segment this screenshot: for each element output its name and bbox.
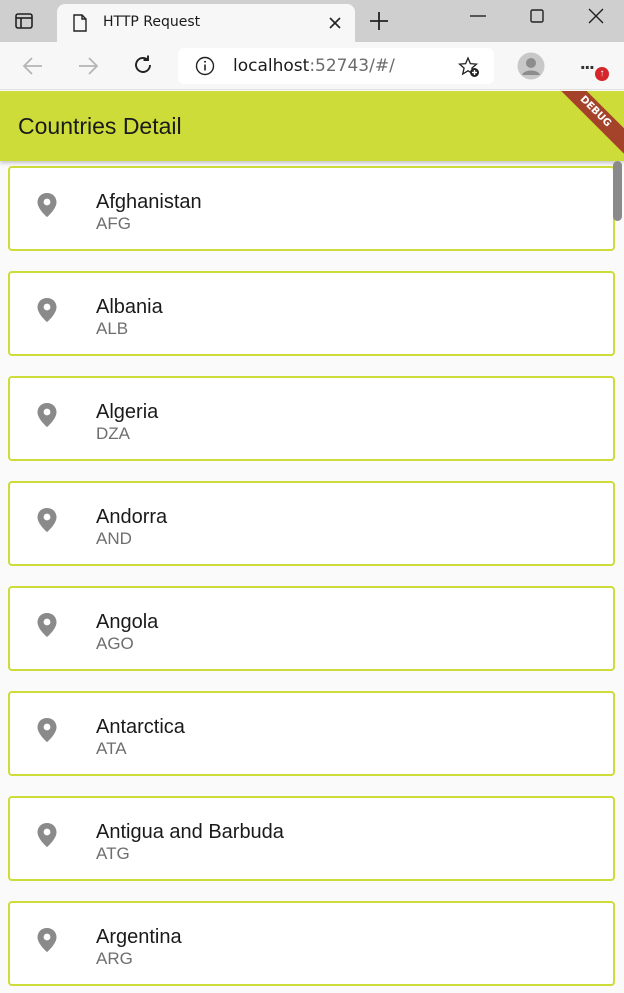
country-card[interactable]: Antarctica ATA [8,691,615,776]
country-card[interactable]: Afghanistan AFG [8,166,615,251]
country-code: AND [96,529,132,548]
country-card[interactable]: Albania ALB [8,271,615,356]
app-viewport: Countries Detail DEBUG Afghanistan AFG Alb… [0,91,624,993]
update-badge: ↑ [595,67,609,81]
browser-tab-bar: HTTP Request [0,0,624,42]
location-pin-icon [37,613,57,637]
url-host: localhost [233,56,310,76]
site-info-icon[interactable] [195,56,215,76]
location-pin-icon [37,298,57,322]
country-name: Antigua and Barbuda [96,821,284,843]
reload-icon[interactable] [132,54,154,76]
location-pin-icon [37,403,57,427]
close-window-icon[interactable] [588,8,604,24]
location-pin-icon [37,718,57,742]
country-name: Algeria [96,401,159,423]
country-card[interactable]: Argentina ARG [8,901,615,986]
add-favorite-icon[interactable] [458,56,480,78]
browser-toolbar: localhost:52743/#/ ... ↑ [0,42,624,90]
page-title: Countries Detail [18,113,182,139]
country-code: ARG [96,949,133,968]
more-icon: ... [580,52,595,74]
country-name: Argentina [96,926,182,948]
browser-tab[interactable]: HTTP Request [57,4,355,42]
country-name: Angola [96,611,159,633]
forward-arrow-icon[interactable] [77,56,99,76]
location-pin-icon [37,928,57,952]
maximize-icon[interactable] [530,9,544,23]
close-tab-icon[interactable] [327,15,343,31]
back-arrow-icon[interactable] [22,56,44,76]
country-name: Albania [96,296,163,318]
country-card[interactable]: Andorra AND [8,481,615,566]
profile-avatar-icon[interactable] [517,52,545,80]
country-code: AFG [96,214,131,233]
minimize-icon[interactable] [470,14,486,18]
address-bar[interactable]: localhost:52743/#/ [178,48,494,84]
country-code: ATA [96,739,127,758]
location-pin-icon [37,193,57,217]
scrollbar-thumb[interactable] [613,161,622,221]
settings-menu-button[interactable]: ... ↑ [576,52,610,82]
country-code: ATG [96,844,130,863]
location-pin-icon [37,823,57,847]
country-code: DZA [96,424,130,443]
country-card[interactable]: Angola AGO [8,586,615,671]
country-card[interactable]: Antigua and Barbuda ATG [8,796,615,881]
tab-actions-icon[interactable] [14,11,34,31]
page-icon [73,14,87,32]
country-card[interactable]: Algeria DZA [8,376,615,461]
new-tab-icon[interactable] [368,10,390,32]
tab-title: HTTP Request [103,14,201,30]
url-text[interactable]: localhost:52743/#/ [233,56,395,76]
country-code: AGO [96,634,134,653]
country-name: Antarctica [96,716,185,738]
country-name: Afghanistan [96,191,202,213]
url-path: :52743/#/ [309,56,395,76]
country-name: Andorra [96,506,168,528]
country-code: ALB [96,319,129,338]
location-pin-icon [37,508,57,532]
app-bar: Countries Detail [0,91,624,161]
